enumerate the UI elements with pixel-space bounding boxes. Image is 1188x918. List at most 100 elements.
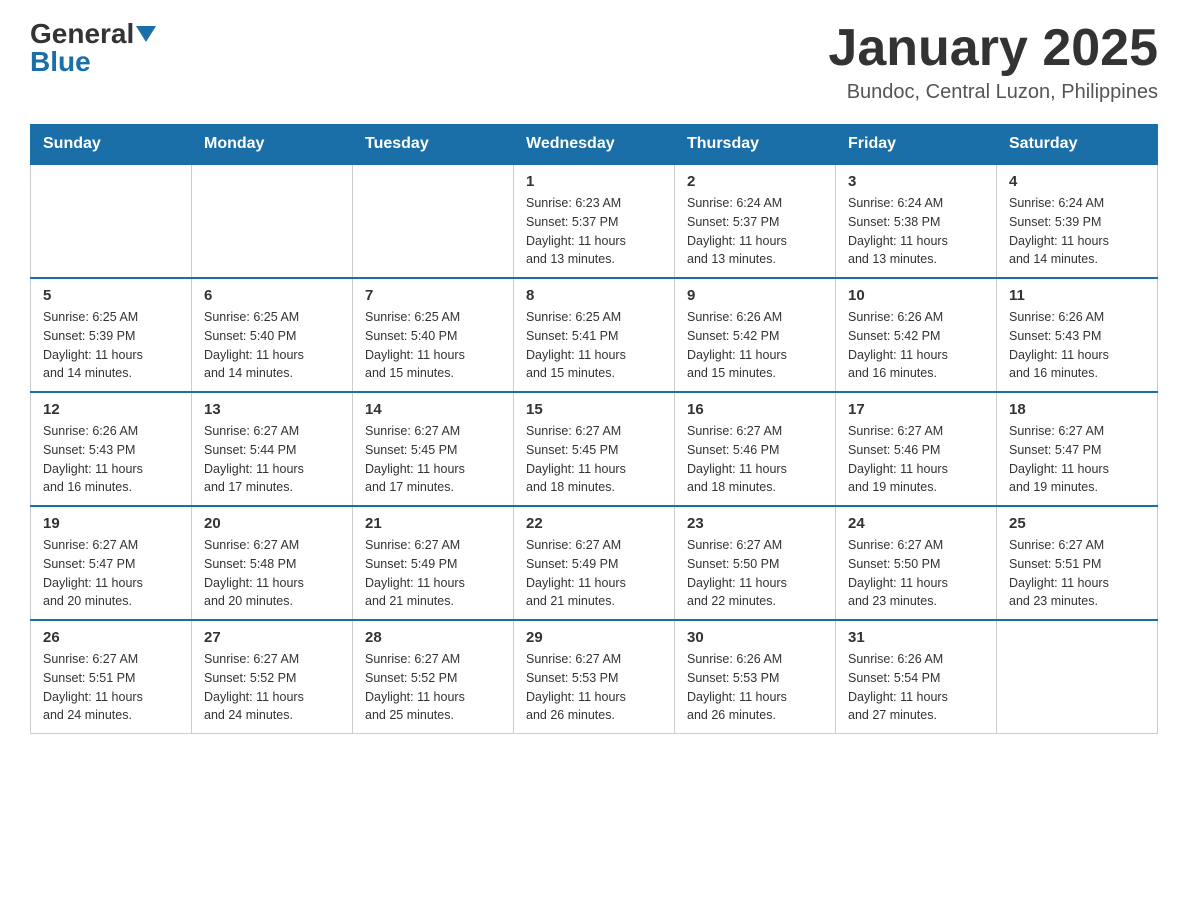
table-row: 12 Sunrise: 6:26 AMSunset: 5:43 PMDayligh… [31, 392, 192, 506]
calendar-week-row: 19 Sunrise: 6:27 AMSunset: 5:47 PMDayligh… [31, 506, 1158, 620]
table-row: 24 Sunrise: 6:27 AMSunset: 5:50 PMDayligh… [836, 506, 997, 620]
table-row: 4 Sunrise: 6:24 AMSunset: 5:39 PMDaylight… [997, 164, 1158, 278]
day-number: 4 [1009, 173, 1145, 190]
day-number: 11 [1009, 287, 1145, 304]
day-number: 13 [204, 401, 340, 418]
table-row: 13 Sunrise: 6:27 AMSunset: 5:44 PMDayligh… [192, 392, 353, 506]
days-header-row: SundayMondayTuesdayWednesdayThursdayFrid… [31, 125, 1158, 165]
logo-triangle-icon [136, 26, 156, 42]
table-row: 29Sunrise: 6:27 AMSunset: 5:53 PMDayligh… [514, 620, 675, 734]
day-info: Sunrise: 6:26 AMSunset: 5:43 PMDaylight:… [43, 422, 179, 497]
table-row: 16 Sunrise: 6:27 AMSunset: 5:46 PMDayligh… [675, 392, 836, 506]
day-info: Sunrise: 6:27 AMSunset: 5:51 PMDaylight:… [1009, 536, 1145, 611]
day-number: 2 [687, 173, 823, 190]
day-info: Sunrise: 6:27 AMSunset: 5:52 PMDaylight:… [204, 650, 340, 725]
table-row: 14Sunrise: 6:27 AMSunset: 5:45 PMDayligh… [353, 392, 514, 506]
table-row: 21Sunrise: 6:27 AMSunset: 5:49 PMDayligh… [353, 506, 514, 620]
day-of-week-header: Thursday [675, 125, 836, 165]
day-number: 8 [526, 287, 662, 304]
table-row [997, 620, 1158, 734]
table-row: 19 Sunrise: 6:27 AMSunset: 5:47 PMDayligh… [31, 506, 192, 620]
day-number: 12 [43, 401, 179, 418]
table-row: 5 Sunrise: 6:25 AMSunset: 5:39 PMDaylight… [31, 278, 192, 392]
day-info: Sunrise: 6:26 AMSunset: 5:53 PMDaylight:… [687, 650, 823, 725]
day-number: 22 [526, 515, 662, 532]
day-info: Sunrise: 6:27 AMSunset: 5:46 PMDaylight:… [687, 422, 823, 497]
table-row: 3Sunrise: 6:24 AMSunset: 5:38 PMDaylight… [836, 164, 997, 278]
calendar-week-row: 1 Sunrise: 6:23 AMSunset: 5:37 PMDaylight… [31, 164, 1158, 278]
table-row: 26Sunrise: 6:27 AMSunset: 5:51 PMDayligh… [31, 620, 192, 734]
day-number: 28 [365, 629, 501, 646]
day-info: Sunrise: 6:25 AMSunset: 5:40 PMDaylight:… [365, 308, 501, 383]
day-of-week-header: Wednesday [514, 125, 675, 165]
day-number: 30 [687, 629, 823, 646]
month-title: January 2025 [828, 20, 1158, 77]
table-row: 7 Sunrise: 6:25 AMSunset: 5:40 PMDaylight… [353, 278, 514, 392]
day-info: Sunrise: 6:27 AMSunset: 5:46 PMDaylight:… [848, 422, 984, 497]
calendar-week-row: 26Sunrise: 6:27 AMSunset: 5:51 PMDayligh… [31, 620, 1158, 734]
day-info: Sunrise: 6:25 AMSunset: 5:40 PMDaylight:… [204, 308, 340, 383]
day-info: Sunrise: 6:27 AMSunset: 5:50 PMDaylight:… [848, 536, 984, 611]
day-info: Sunrise: 6:26 AMSunset: 5:54 PMDaylight:… [848, 650, 984, 725]
day-info: Sunrise: 6:27 AMSunset: 5:49 PMDaylight:… [526, 536, 662, 611]
table-row: 25Sunrise: 6:27 AMSunset: 5:51 PMDayligh… [997, 506, 1158, 620]
day-info: Sunrise: 6:27 AMSunset: 5:47 PMDaylight:… [43, 536, 179, 611]
day-info: Sunrise: 6:23 AMSunset: 5:37 PMDaylight:… [526, 194, 662, 269]
day-of-week-header: Monday [192, 125, 353, 165]
day-info: Sunrise: 6:27 AMSunset: 5:48 PMDaylight:… [204, 536, 340, 611]
day-number: 16 [687, 401, 823, 418]
day-info: Sunrise: 6:26 AMSunset: 5:42 PMDaylight:… [687, 308, 823, 383]
day-info: Sunrise: 6:27 AMSunset: 5:51 PMDaylight:… [43, 650, 179, 725]
table-row: 31 Sunrise: 6:26 AMSunset: 5:54 PMDayligh… [836, 620, 997, 734]
table-row: 18Sunrise: 6:27 AMSunset: 5:47 PMDayligh… [997, 392, 1158, 506]
logo-blue-text: Blue [30, 48, 91, 76]
table-row: 20 Sunrise: 6:27 AMSunset: 5:48 PMDayligh… [192, 506, 353, 620]
day-number: 24 [848, 515, 984, 532]
day-of-week-header: Saturday [997, 125, 1158, 165]
day-number: 15 [526, 401, 662, 418]
day-number: 5 [43, 287, 179, 304]
table-row: 15Sunrise: 6:27 AMSunset: 5:45 PMDayligh… [514, 392, 675, 506]
table-row: 8 Sunrise: 6:25 AMSunset: 5:41 PMDaylight… [514, 278, 675, 392]
table-row: 28 Sunrise: 6:27 AMSunset: 5:52 PMDayligh… [353, 620, 514, 734]
day-of-week-header: Sunday [31, 125, 192, 165]
day-number: 9 [687, 287, 823, 304]
table-row: 17 Sunrise: 6:27 AMSunset: 5:46 PMDayligh… [836, 392, 997, 506]
table-row: 1 Sunrise: 6:23 AMSunset: 5:37 PMDaylight… [514, 164, 675, 278]
day-number: 19 [43, 515, 179, 532]
day-number: 10 [848, 287, 984, 304]
table-row: 11 Sunrise: 6:26 AMSunset: 5:43 PMDayligh… [997, 278, 1158, 392]
day-number: 7 [365, 287, 501, 304]
calendar-week-row: 12 Sunrise: 6:26 AMSunset: 5:43 PMDayligh… [31, 392, 1158, 506]
logo: General Blue [30, 20, 156, 76]
day-info: Sunrise: 6:26 AMSunset: 5:43 PMDaylight:… [1009, 308, 1145, 383]
day-info: Sunrise: 6:27 AMSunset: 5:52 PMDaylight:… [365, 650, 501, 725]
day-info: Sunrise: 6:27 AMSunset: 5:44 PMDaylight:… [204, 422, 340, 497]
table-row: 27Sunrise: 6:27 AMSunset: 5:52 PMDayligh… [192, 620, 353, 734]
table-row: 30 Sunrise: 6:26 AMSunset: 5:53 PMDayligh… [675, 620, 836, 734]
day-number: 18 [1009, 401, 1145, 418]
day-number: 17 [848, 401, 984, 418]
day-info: Sunrise: 6:24 AMSunset: 5:38 PMDaylight:… [848, 194, 984, 269]
day-info: Sunrise: 6:25 AMSunset: 5:39 PMDaylight:… [43, 308, 179, 383]
logo-general-text: General [30, 20, 134, 48]
table-row: 6 Sunrise: 6:25 AMSunset: 5:40 PMDaylight… [192, 278, 353, 392]
day-of-week-header: Friday [836, 125, 997, 165]
day-info: Sunrise: 6:24 AMSunset: 5:37 PMDaylight:… [687, 194, 823, 269]
table-row [31, 164, 192, 278]
day-number: 1 [526, 173, 662, 190]
calendar-week-row: 5 Sunrise: 6:25 AMSunset: 5:39 PMDaylight… [31, 278, 1158, 392]
page-header: General Blue January 2025 Bundoc, Centra… [30, 20, 1158, 104]
day-info: Sunrise: 6:24 AMSunset: 5:39 PMDaylight:… [1009, 194, 1145, 269]
day-info: Sunrise: 6:27 AMSunset: 5:50 PMDaylight:… [687, 536, 823, 611]
day-of-week-header: Tuesday [353, 125, 514, 165]
day-number: 14 [365, 401, 501, 418]
day-number: 31 [848, 629, 984, 646]
day-number: 20 [204, 515, 340, 532]
table-row [192, 164, 353, 278]
day-info: Sunrise: 6:26 AMSunset: 5:42 PMDaylight:… [848, 308, 984, 383]
table-row: 10 Sunrise: 6:26 AMSunset: 5:42 PMDayligh… [836, 278, 997, 392]
day-info: Sunrise: 6:25 AMSunset: 5:41 PMDaylight:… [526, 308, 662, 383]
calendar-table: SundayMondayTuesdayWednesdayThursdayFrid… [30, 124, 1158, 734]
day-number: 6 [204, 287, 340, 304]
